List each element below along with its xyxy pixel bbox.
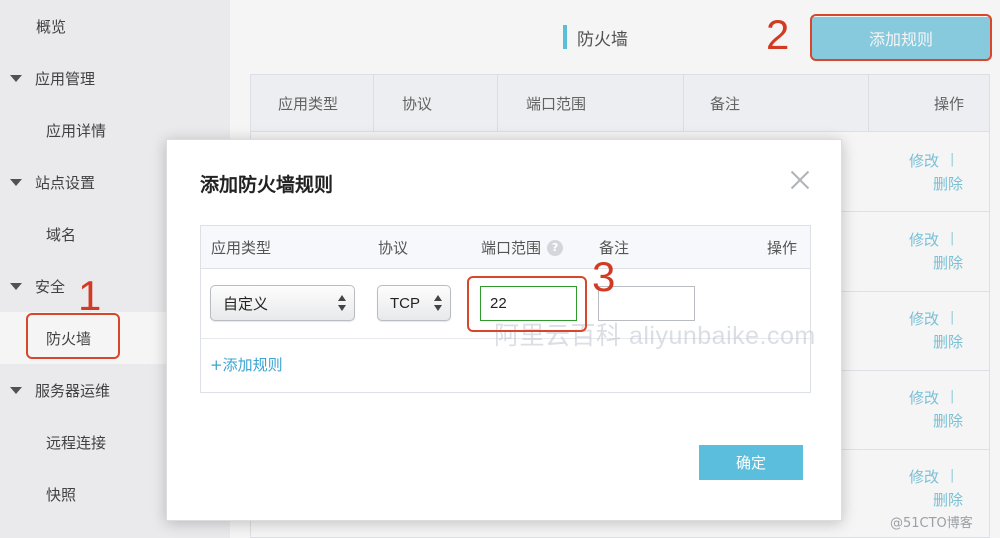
callout-number-3: 3	[592, 253, 616, 300]
protocol-select[interactable]: TCP	[377, 285, 451, 321]
help-icon[interactable]: ?	[547, 239, 564, 256]
callout-box-firewall	[26, 313, 120, 359]
dialog-table-header: 应用类型 协议 端口范围 ? 备注 操作	[201, 226, 810, 269]
callout-number-2: 2	[766, 11, 790, 58]
close-icon[interactable]	[787, 168, 813, 194]
column-protocol: 协议	[378, 239, 409, 257]
column-app-type: 应用类型	[211, 239, 272, 257]
app-type-select[interactable]: 自定义	[210, 285, 355, 321]
column-action: 操作	[767, 239, 798, 257]
updown-arrows-icon	[434, 295, 442, 313]
select-value: TCP	[390, 294, 420, 312]
port-range-label: 端口范围	[481, 239, 542, 257]
callout-number-1: 1	[78, 272, 102, 319]
select-value: 自定义	[223, 294, 269, 313]
footer-watermark: @51CTO博客	[890, 516, 973, 531]
dialog-title: 添加防火墙规则	[200, 174, 334, 196]
add-rule-link[interactable]: +添加规则	[210, 354, 283, 375]
callout-box-add-rule	[810, 14, 992, 61]
callout-box-port	[467, 276, 587, 332]
updown-arrows-icon	[338, 295, 346, 313]
confirm-button[interactable]: 确定	[699, 445, 803, 480]
column-port-range: 端口范围 ?	[481, 226, 564, 269]
